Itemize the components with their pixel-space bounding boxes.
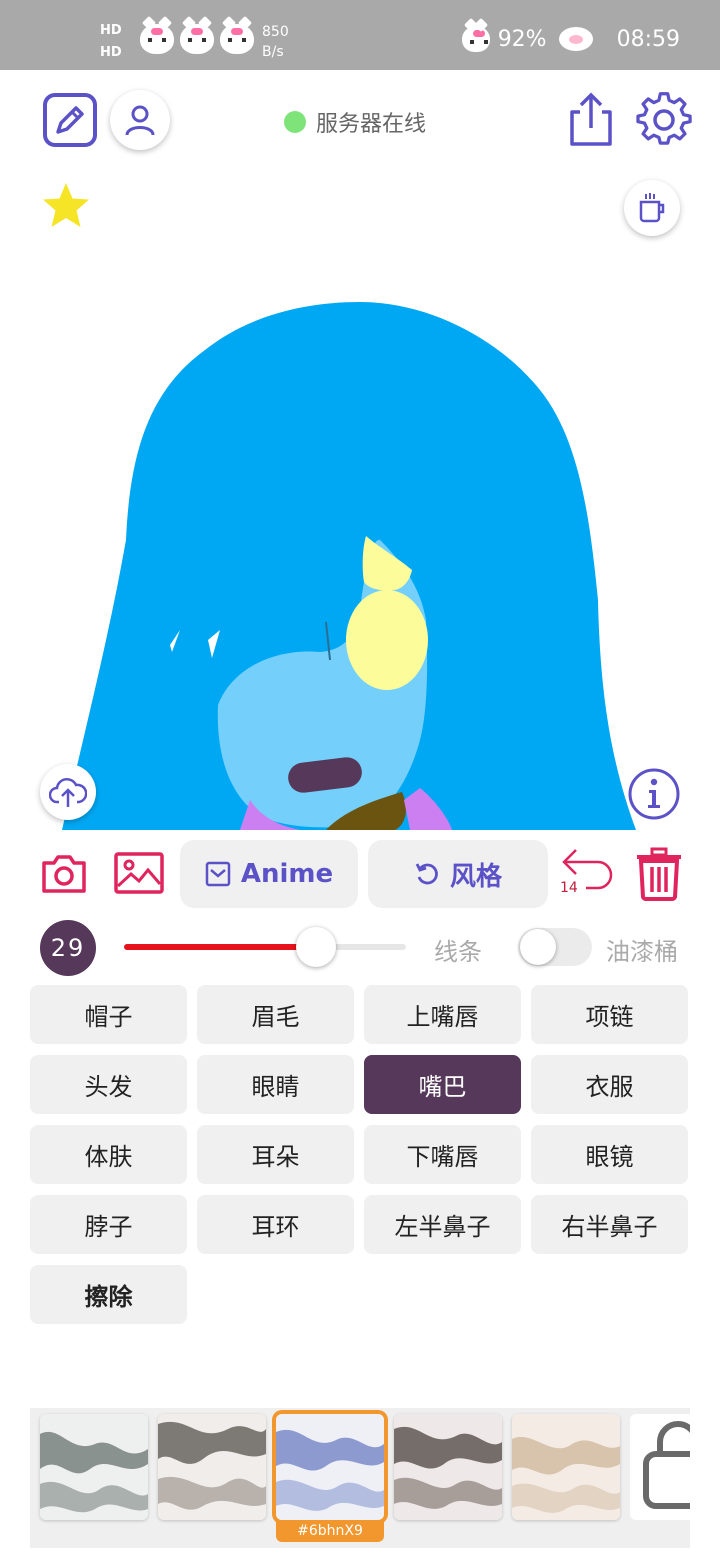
edit-button[interactable] — [42, 92, 98, 148]
selected-style-caption: #6bhnX9 — [276, 1520, 384, 1542]
style-thumbnail[interactable] — [394, 1414, 502, 1520]
part-button[interactable]: 左半鼻子 — [364, 1195, 521, 1254]
part-button[interactable]: 帽子 — [30, 985, 187, 1044]
camera-button[interactable] — [40, 850, 88, 898]
bucket-toggle[interactable] — [518, 928, 592, 966]
style-thumbnail[interactable] — [40, 1414, 148, 1520]
style-thumbnail[interactable] — [158, 1414, 266, 1520]
undo-count: 14 — [560, 880, 578, 896]
network-hd-indicator: HD HD — [100, 20, 122, 64]
style-button[interactable]: 风格 — [368, 840, 548, 908]
gear-icon — [636, 92, 692, 145]
part-button[interactable]: 衣服 — [531, 1055, 688, 1114]
status-bar: HD HD 850 B/s 92% 08:59 — [0, 0, 720, 70]
style-thumbnail-strip[interactable]: #6bhnX9 — [30, 1408, 690, 1548]
clock: 08:59 — [616, 26, 680, 52]
delete-button[interactable] — [632, 846, 686, 902]
brush-size-slider[interactable] — [124, 927, 406, 967]
part-button[interactable]: 项链 — [531, 985, 688, 1044]
mail-icon — [205, 861, 231, 887]
cloud-upload-icon — [49, 778, 87, 807]
toggle-knob — [520, 929, 556, 965]
user-button[interactable] — [110, 90, 170, 150]
part-button[interactable]: 右半鼻子 — [531, 1195, 688, 1254]
part-button[interactable]: 脖子 — [30, 1195, 187, 1254]
part-button[interactable]: 头发 — [30, 1055, 187, 1114]
info-button[interactable] — [626, 766, 682, 822]
style-thumbnail-selected[interactable] — [276, 1414, 384, 1520]
slider-fill — [124, 944, 316, 950]
share-button[interactable] — [566, 92, 616, 148]
style-preview-image — [276, 1414, 384, 1520]
gallery-button[interactable] — [112, 848, 166, 898]
user-icon — [125, 105, 155, 136]
image-icon — [114, 852, 164, 894]
lock-icon — [643, 1421, 690, 1509]
brush-controls: 29 线条 油漆桶 — [0, 920, 720, 980]
speed-value: 850 — [262, 24, 289, 40]
part-button[interactable]: 上嘴唇 — [364, 985, 521, 1044]
cloud-upload-button[interactable] — [40, 764, 96, 820]
style-preview-image — [394, 1414, 502, 1520]
style-label: 风格 — [449, 861, 502, 892]
part-button[interactable]: 耳朵 — [197, 1125, 354, 1184]
style-preview-image — [40, 1414, 148, 1520]
network-speed: 850 B/s — [262, 22, 289, 62]
action-toolbar: Anime 风格 14 — [0, 838, 720, 910]
pig-icon — [558, 27, 593, 51]
anime-label: Anime — [240, 859, 334, 889]
part-button[interactable]: 擦除 — [30, 1265, 187, 1324]
style-preview-image — [158, 1414, 266, 1520]
trash-icon — [637, 847, 681, 901]
refresh-icon — [415, 863, 438, 885]
notification-icons — [140, 24, 254, 54]
hd-label-1: HD — [100, 23, 122, 38]
top-toolbar: 服务器在线 — [0, 70, 720, 180]
drawing-artwork — [62, 302, 636, 830]
cat-notification-icon — [180, 24, 214, 54]
part-button[interactable]: 嘴巴 — [364, 1055, 521, 1114]
battery-level: 92% — [497, 26, 547, 52]
cat-notification-icon — [140, 24, 174, 54]
brush-size-badge: 29 — [40, 920, 96, 976]
status-right: 92% 08:59 — [461, 26, 680, 52]
bucket-mode-label: 油漆桶 — [606, 938, 678, 966]
cat-battery-icon — [461, 26, 490, 52]
cat-notification-icon — [220, 24, 254, 54]
parts-grid: 帽子 眉毛 上嘴唇 项链头发 眼睛 嘴巴 衣服体肤 耳朵 下嘴唇 眼镜脖子 耳环 左半鼻子 右半鼻子擦除 — [30, 985, 690, 1324]
online-dot-icon — [284, 111, 306, 133]
edit-icon — [43, 93, 97, 147]
part-button[interactable]: 耳环 — [197, 1195, 354, 1254]
coffee-icon — [639, 193, 665, 223]
hd-label-2: HD — [100, 45, 122, 60]
style-preview-image — [512, 1414, 620, 1520]
camera-icon — [42, 855, 86, 893]
part-button[interactable]: 眉毛 — [197, 985, 354, 1044]
share-icon — [570, 92, 612, 146]
server-status-label: 服务器在线 — [316, 112, 427, 137]
part-button[interactable]: 眼睛 — [197, 1055, 354, 1114]
speed-unit: B/s — [262, 44, 284, 60]
settings-button[interactable] — [636, 92, 692, 148]
part-button[interactable]: 下嘴唇 — [364, 1125, 521, 1184]
coffee-button[interactable] — [624, 180, 680, 236]
style-thumbnail[interactable] — [512, 1414, 620, 1520]
slider-thumb[interactable] — [295, 927, 336, 967]
undo-button[interactable]: 14 — [558, 846, 618, 902]
part-button[interactable]: 眼镜 — [531, 1125, 688, 1184]
line-mode-label: 线条 — [434, 938, 482, 966]
info-icon — [628, 768, 680, 820]
part-button[interactable]: 体肤 — [30, 1125, 187, 1184]
drawing-canvas[interactable] — [0, 240, 720, 830]
locked-style-tile[interactable] — [630, 1414, 690, 1520]
anime-button[interactable]: Anime — [180, 840, 358, 908]
server-status: 服务器在线 — [284, 106, 426, 138]
favorite-star-icon[interactable] — [40, 180, 92, 232]
